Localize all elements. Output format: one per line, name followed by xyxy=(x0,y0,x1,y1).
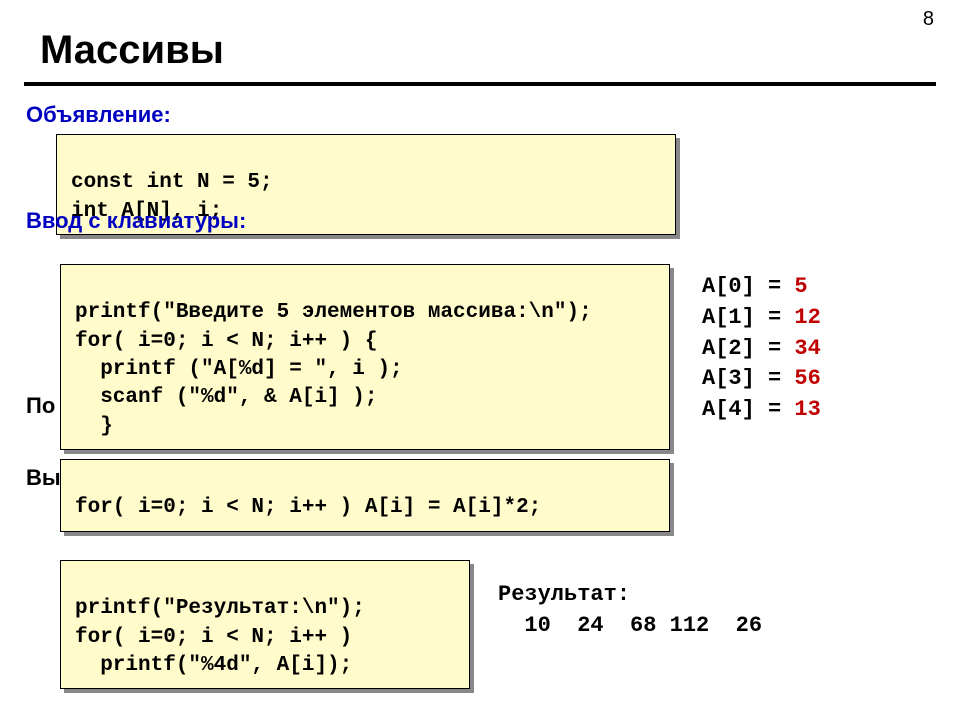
sample-label: A[4] = xyxy=(702,397,781,422)
section-input: Ввод с клавиатуры: xyxy=(26,208,246,234)
sample-row: A[1] = 12 xyxy=(702,305,821,330)
sample-label: A[0] = xyxy=(702,274,781,299)
code-line: for( i=0; i < N; i++ ) xyxy=(75,626,352,649)
sample-row: A[4] = 13 xyxy=(702,397,821,422)
sample-value: 13 xyxy=(794,397,820,422)
code-line: for( i=0; i < N; i++ ) { xyxy=(75,330,377,353)
code-line: printf("Введите 5 элементов массива:\n")… xyxy=(75,301,592,324)
sample-label: A[3] = xyxy=(702,366,781,391)
code-line: } xyxy=(75,415,113,438)
code-line: scanf ("%d", & A[i] ); xyxy=(75,386,377,409)
sample-row: A[2] = 34 xyxy=(702,336,821,361)
sample-value: 34 xyxy=(794,336,820,361)
sample-label: A[2] = xyxy=(702,336,781,361)
section-declare: Объявление: xyxy=(26,102,171,128)
result-values: 10 24 68 112 26 xyxy=(498,613,762,638)
code-output: printf("Результат:\n"); for( i=0; i < N;… xyxy=(60,560,470,689)
partial-label-po: По xyxy=(26,393,55,419)
code-line: printf("%4d", A[i]); xyxy=(75,654,352,677)
code-line: for( i=0; i < N; i++ ) A[i] = A[i]*2; xyxy=(75,496,541,519)
code-input: printf("Введите 5 элементов массива:\n")… xyxy=(60,264,670,450)
result-label: Результат: xyxy=(498,582,630,607)
sample-input-block: A[0] = 5 A[1] = 12 A[2] = 34 A[3] = 56 A… xyxy=(702,272,821,426)
sample-label: A[1] = xyxy=(702,305,781,330)
code-line: const int N = 5; xyxy=(71,171,273,194)
slide: 8 Массивы Объявление: const int N = 5; i… xyxy=(0,0,960,720)
sample-value: 12 xyxy=(794,305,820,330)
sample-row: A[0] = 5 xyxy=(702,274,808,299)
result-block: Результат: 10 24 68 112 26 xyxy=(498,580,762,642)
sample-value: 5 xyxy=(794,274,807,299)
code-line: printf ("A[%d] = ", i ); xyxy=(75,358,403,381)
sample-value: 56 xyxy=(794,366,820,391)
page-number: 8 xyxy=(923,8,934,31)
title-rule xyxy=(24,82,936,86)
code-line: printf("Результат:\n"); xyxy=(75,597,365,620)
code-process: for( i=0; i < N; i++ ) A[i] = A[i]*2; xyxy=(60,459,670,532)
partial-label-vy: Вы xyxy=(26,465,61,491)
sample-row: A[3] = 56 xyxy=(702,366,821,391)
slide-title: Массивы xyxy=(40,28,224,73)
